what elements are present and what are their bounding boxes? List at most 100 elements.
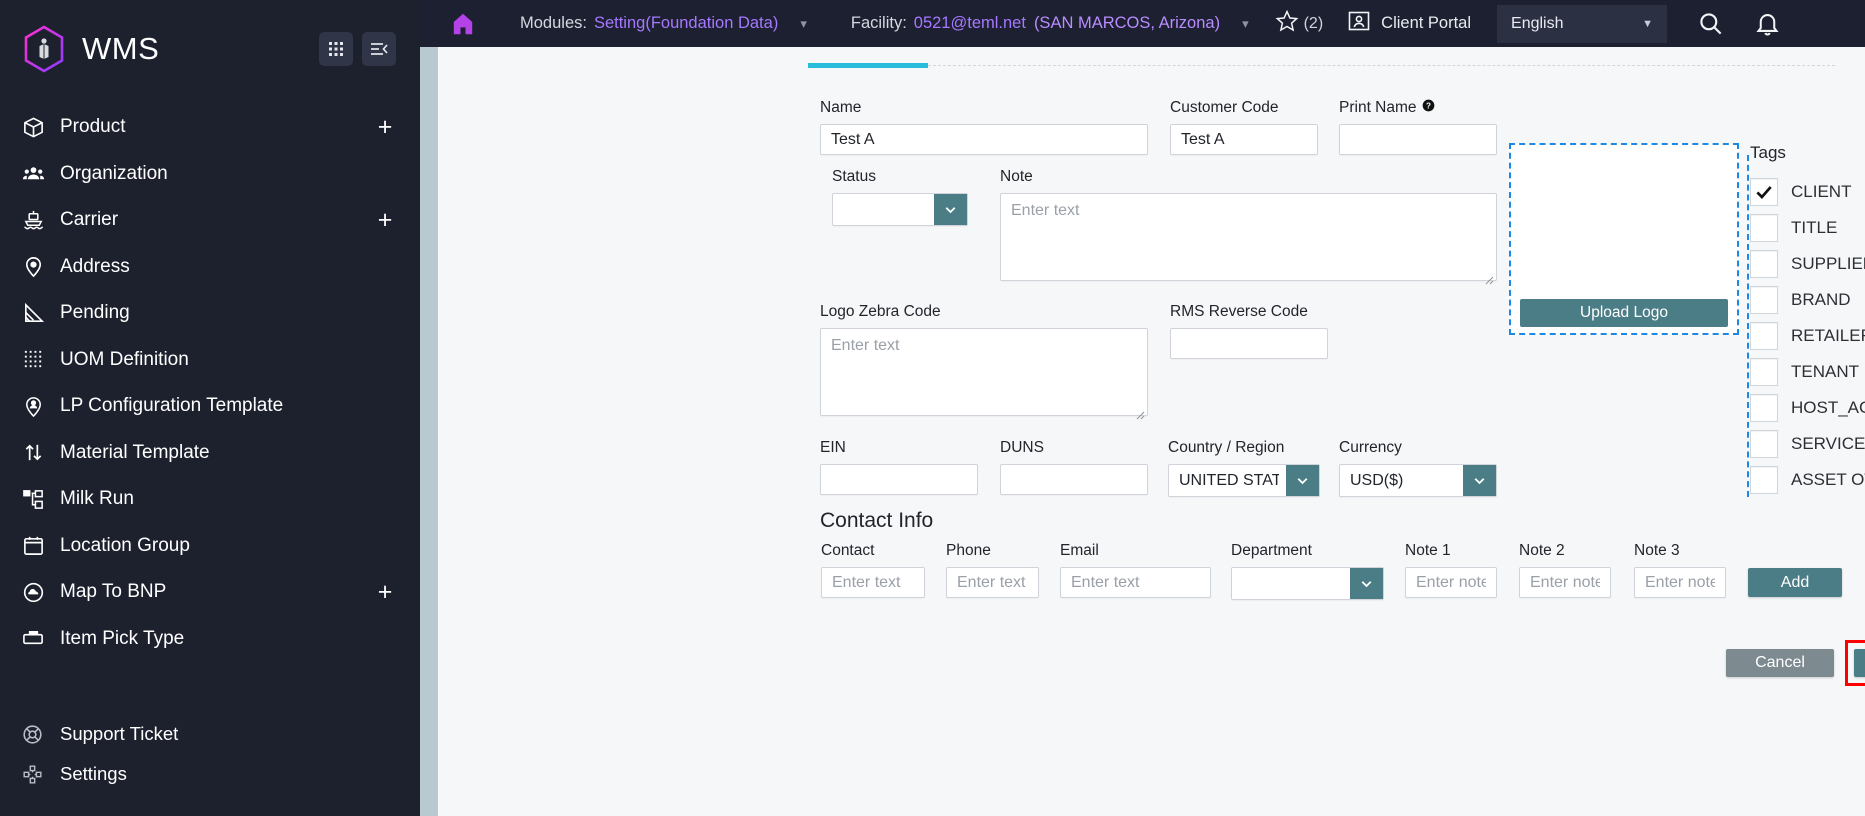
add-map-to-bnp-button[interactable]: + xyxy=(376,579,394,605)
sidebar-item-product[interactable]: Product + xyxy=(0,104,420,151)
duns-input[interactable] xyxy=(1000,464,1148,495)
sidebar: WMS Product + Organization Carrier + Add… xyxy=(0,0,420,816)
box-icon xyxy=(22,116,52,139)
note1-field-group: Note 1 xyxy=(1405,542,1497,598)
note1-label: Note 1 xyxy=(1405,542,1451,559)
note1-input[interactable] xyxy=(1405,567,1497,598)
cancel-button[interactable]: Cancel xyxy=(1726,649,1834,677)
collapse-sidebar-button[interactable] xyxy=(362,32,396,66)
sitemap-icon xyxy=(22,488,52,511)
note2-input[interactable] xyxy=(1519,567,1611,598)
sidebar-item-settings[interactable]: Settings xyxy=(0,754,420,794)
sidebar-item-label: Map To BNP xyxy=(60,581,167,603)
client-portal-button[interactable]: Client Portal xyxy=(1347,9,1471,38)
sidebar-item-map-to-bnp[interactable]: Map To BNP + xyxy=(0,569,420,616)
name-input[interactable] xyxy=(820,124,1148,155)
print-name-input[interactable] xyxy=(1339,124,1497,155)
note-label: Note xyxy=(1000,168,1033,185)
modules-chevron-down-icon[interactable]: ▾ xyxy=(800,16,807,32)
tag-row-client[interactable]: CLIENT xyxy=(1750,174,1865,210)
tag-label: SERVICE_PROVIDER xyxy=(1791,434,1865,453)
facility-value[interactable]: 0521@teml.net xyxy=(914,14,1026,33)
battery-icon xyxy=(22,627,52,650)
logo-zebra-code-textarea[interactable] xyxy=(820,328,1148,416)
duns-field-group: DUNS xyxy=(1000,439,1148,495)
modules-value[interactable]: Setting(Foundation Data) xyxy=(594,14,778,33)
sidebar-item-material-template[interactable]: Material Template xyxy=(0,430,420,477)
add-carrier-button[interactable]: + xyxy=(376,207,394,233)
sidebar-item-lp-configuration-template[interactable]: LP Configuration Template xyxy=(0,383,420,430)
note2-field-group: Note 2 xyxy=(1519,542,1611,598)
tag-row-host-account[interactable]: HOST_ACCOUNT xyxy=(1750,390,1865,426)
apps-grid-button[interactable] xyxy=(319,32,353,66)
tag-row-supplier[interactable]: SUPPLIER xyxy=(1750,246,1865,282)
sidebar-item-address[interactable]: Address xyxy=(0,244,420,291)
sidebar-item-pending[interactable]: Pending xyxy=(0,290,420,337)
sidebar-item-label: Location Group xyxy=(60,534,190,556)
note3-input[interactable] xyxy=(1634,567,1726,598)
search-icon[interactable] xyxy=(1697,10,1724,37)
checkbox-icon[interactable] xyxy=(1750,214,1778,242)
customer-code-input[interactable] xyxy=(1170,124,1318,155)
checkbox-icon[interactable] xyxy=(1750,394,1778,422)
country-region-select[interactable] xyxy=(1168,464,1320,497)
checkbox-icon[interactable] xyxy=(1750,430,1778,458)
sidebar-nav: Product + Organization Carrier + Address… xyxy=(0,104,420,662)
chevron-down-icon: ▼ xyxy=(1642,17,1654,30)
checkbox-icon[interactable] xyxy=(1750,466,1778,494)
add-contact-button[interactable]: Add xyxy=(1748,568,1842,597)
upload-logo-button[interactable]: Upload Logo xyxy=(1520,299,1728,327)
star-icon[interactable] xyxy=(1275,9,1299,38)
tag-row-retailer[interactable]: RETAILER xyxy=(1750,318,1865,354)
add-product-button[interactable]: + xyxy=(376,114,394,140)
tag-row-brand[interactable]: BRAND xyxy=(1750,282,1865,318)
rms-reverse-code-field-group: RMS Reverse Code xyxy=(1170,303,1328,359)
home-icon[interactable] xyxy=(450,11,476,37)
sidebar-item-location-group[interactable]: Location Group xyxy=(0,523,420,570)
department-label: Department xyxy=(1231,542,1312,559)
sidebar-item-support-ticket[interactable]: Support Ticket xyxy=(0,714,420,754)
logo-zebra-code-label: Logo Zebra Code xyxy=(820,303,941,320)
sidebar-item-milk-run[interactable]: Milk Run xyxy=(0,476,420,523)
tags-dashed-divider xyxy=(1747,155,1749,497)
arrows-up-down-icon xyxy=(22,441,52,464)
note-textarea[interactable] xyxy=(1000,193,1497,281)
language-selector[interactable]: English ▼ xyxy=(1497,4,1668,43)
currency-select[interactable] xyxy=(1339,464,1497,497)
checkbox-icon[interactable] xyxy=(1750,358,1778,386)
facility-chevron-down-icon[interactable]: ▾ xyxy=(1242,16,1249,32)
status-select-wrap xyxy=(832,193,968,226)
note-field-group: Note xyxy=(1000,168,1497,286)
facility-label: Facility: xyxy=(850,14,907,32)
rms-reverse-code-input[interactable] xyxy=(1170,328,1328,359)
phone-input[interactable] xyxy=(946,567,1039,598)
checkbox-icon[interactable] xyxy=(1750,322,1778,350)
email-input[interactable] xyxy=(1060,567,1211,598)
ein-input[interactable] xyxy=(820,464,978,495)
tag-label: TITLE xyxy=(1791,218,1838,237)
department-select[interactable] xyxy=(1231,567,1384,600)
checkbox-icon[interactable] xyxy=(1750,250,1778,278)
client-portal-label: Client Portal xyxy=(1381,14,1472,32)
status-select[interactable] xyxy=(832,193,968,226)
tag-label: RETAILER xyxy=(1791,326,1865,345)
logo-upload-dropzone[interactable]: Upload Logo xyxy=(1509,143,1739,335)
notification-bell-icon[interactable] xyxy=(1754,10,1781,37)
tag-row-title[interactable]: TITLE xyxy=(1750,210,1865,246)
dots-grid-icon xyxy=(22,348,52,371)
sidebar-item-carrier[interactable]: Carrier + xyxy=(0,197,420,244)
tag-label: TENANT xyxy=(1791,362,1859,381)
favorites[interactable]: (2) xyxy=(1275,9,1323,38)
tag-row-asset-owner[interactable]: ASSET OWNER xyxy=(1750,462,1865,498)
tag-row-tenant[interactable]: TENANT xyxy=(1750,354,1865,390)
sidebar-item-organization[interactable]: Organization xyxy=(0,151,420,198)
tag-label: CLIENT xyxy=(1791,182,1852,201)
rms-reverse-code-label: RMS Reverse Code xyxy=(1170,303,1308,320)
checkbox-icon[interactable] xyxy=(1750,286,1778,314)
help-circle-icon[interactable]: ? xyxy=(1422,99,1435,117)
checkbox-checked-icon[interactable] xyxy=(1750,178,1778,206)
contact-input[interactable] xyxy=(821,567,925,598)
sidebar-item-uom-definition[interactable]: UOM Definition xyxy=(0,337,420,384)
tag-row-service-provider[interactable]: SERVICE_PROVIDER xyxy=(1750,426,1865,462)
note2-label: Note 2 xyxy=(1519,542,1565,559)
